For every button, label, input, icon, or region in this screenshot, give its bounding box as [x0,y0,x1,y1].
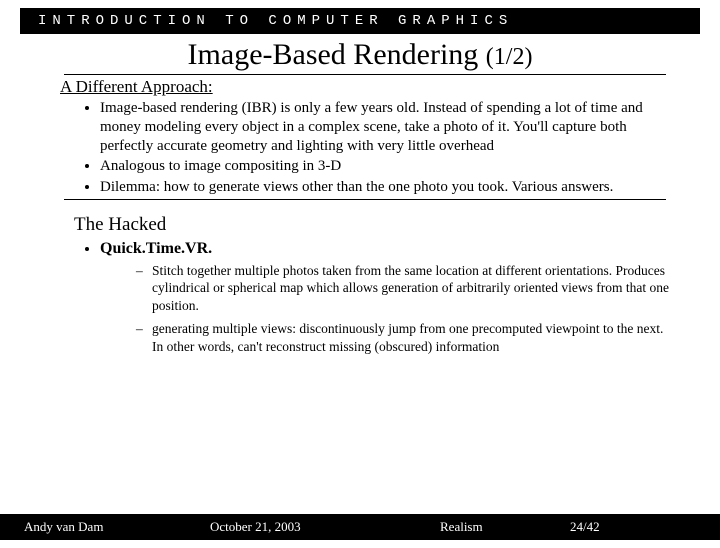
bullet-item: Analogous to image compositing in 3-D [100,157,690,176]
sub-item: Stitch together multiple photos taken fr… [136,262,690,315]
divider [64,199,666,200]
slide: INTRODUCTION TO COMPUTER GRAPHICS Image-… [0,8,720,548]
title-count: (1/2) [486,44,533,70]
footer-date: October 21, 2003 [210,519,440,535]
section-heading-2: The Hacked [74,214,690,236]
footer-author: Andy van Dam [20,519,210,535]
content-area: A Different Approach: Image-based render… [0,74,720,355]
sub-item: generating multiple views: discontinuous… [136,320,690,355]
section-heading-1: A Different Approach: [60,77,690,97]
bullet-list-2: Quick.Time.VR. Stitch together multiple … [100,240,690,356]
footer-page: 24/42 [570,519,600,535]
divider [64,74,666,75]
footer-topic: Realism [440,519,570,535]
bullet-item: Image-based rendering (IBR) is only a fe… [100,99,690,155]
footer: Andy van Dam October 21, 2003 Realism 24… [0,514,720,540]
bullet-item: Quick.Time.VR. Stitch together multiple … [100,240,690,356]
sub-list: Stitch together multiple photos taken fr… [136,262,690,356]
title-main: Image-Based Rendering [188,38,486,71]
slide-title: Image-Based Rendering (1/2) [0,38,720,72]
bullet-item: Dilemma: how to generate views other tha… [100,178,690,197]
bullet-list-1: Image-based rendering (IBR) is only a fe… [100,99,690,197]
bullet-label: Quick.Time.VR. [100,240,212,257]
course-header: INTRODUCTION TO COMPUTER GRAPHICS [20,8,700,34]
